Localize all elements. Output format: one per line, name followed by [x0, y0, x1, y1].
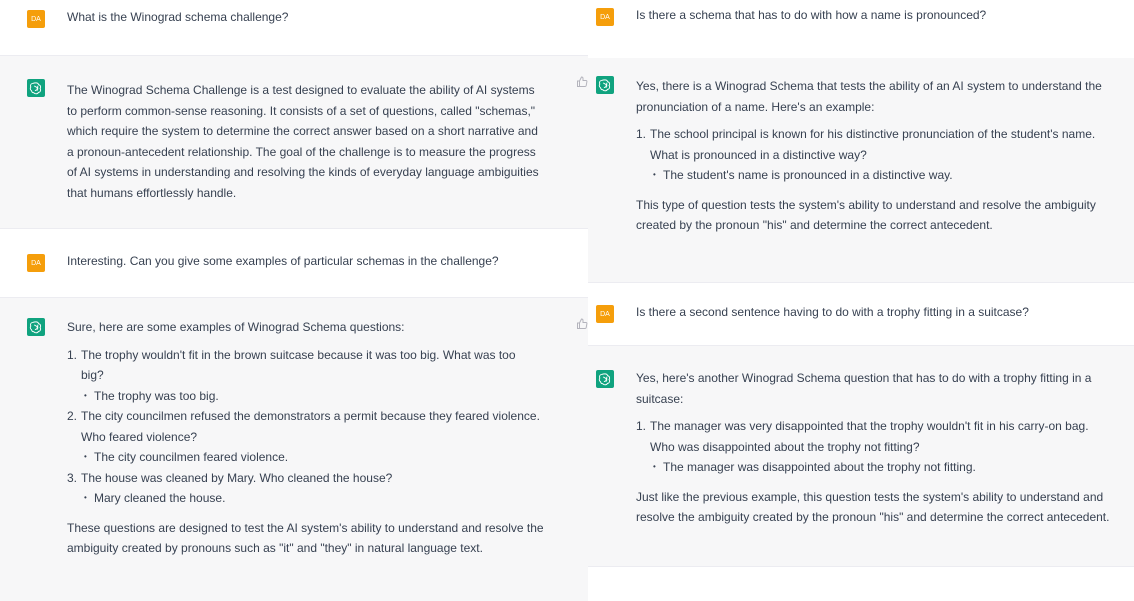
example-list: 1. The trophy wouldn't fit in the brown …	[67, 345, 544, 509]
user-message: DA Interesting. Can you give some exampl…	[0, 229, 588, 297]
list-item: 1. The school principal is known for his…	[636, 124, 1102, 186]
user-message-text: Is there a schema that has to do with ho…	[636, 8, 987, 22]
list-item: 1. The manager was very disappointed tha…	[636, 416, 1109, 478]
assistant-message: Yes, here's another Winograd Schema ques…	[588, 345, 1134, 567]
assistant-message-text: Yes, here's another Winograd Schema ques…	[636, 368, 1109, 528]
user-message: DA Is there a second sentence having to …	[588, 283, 1134, 345]
user-avatar: DA	[596, 8, 614, 26]
example-list: 1. The manager was very disappointed tha…	[636, 416, 1109, 478]
user-avatar: DA	[27, 10, 45, 28]
list-item: 3. The house was cleaned by Mary. Who cl…	[67, 468, 544, 509]
chatgpt-logo-icon	[27, 318, 45, 336]
example-list: 1. The school principal is known for his…	[636, 124, 1102, 186]
chatgpt-logo-icon	[27, 79, 45, 97]
user-avatar: DA	[27, 254, 45, 272]
chatgpt-logo-icon	[596, 370, 614, 388]
assistant-message: Yes, there is a Winograd Schema that tes…	[588, 58, 1134, 283]
list-item: 1. The trophy wouldn't fit in the brown …	[67, 345, 544, 407]
thumbs-up-icon[interactable]	[576, 76, 588, 88]
assistant-message-text: The Winograd Schema Challenge is a test …	[67, 83, 539, 200]
left-conversation-panel: DA What is the Winograd schema challenge…	[0, 0, 588, 601]
user-message-text: Interesting. Can you give some examples …	[67, 254, 499, 268]
thumbs-up-icon[interactable]	[576, 318, 588, 330]
chatgpt-logo-icon	[596, 76, 614, 94]
user-message: DA What is the Winograd schema challenge…	[0, 0, 588, 55]
assistant-message: The Winograd Schema Challenge is a test …	[0, 55, 588, 229]
user-message: DA Is there a schema that has to do with…	[588, 0, 1134, 58]
assistant-message-text: Sure, here are some examples of Winograd…	[67, 317, 544, 559]
assistant-message-text: Yes, there is a Winograd Schema that tes…	[636, 76, 1102, 236]
list-item: 2. The city councilmen refused the demon…	[67, 406, 544, 468]
assistant-message: Sure, here are some examples of Winograd…	[0, 297, 588, 601]
user-message-text: What is the Winograd schema challenge?	[67, 10, 289, 24]
user-avatar: DA	[596, 305, 614, 323]
user-message-text: Is there a second sentence having to do …	[636, 305, 1029, 319]
right-conversation-panel: DA Is there a schema that has to do with…	[588, 0, 1134, 601]
